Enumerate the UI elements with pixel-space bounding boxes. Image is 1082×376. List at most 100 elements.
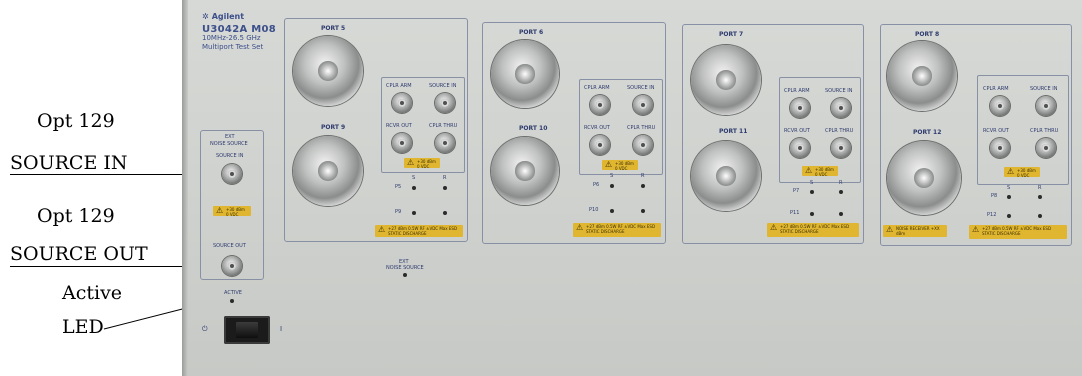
source-in-connector[interactable] xyxy=(633,95,653,115)
cplr-arm-connector[interactable] xyxy=(590,95,610,115)
source-in-connector[interactable] xyxy=(1036,96,1056,116)
port-7-label: PORT 7 xyxy=(719,31,744,38)
port-group-8-12: PORT 8 PORT 12 NOISE RECEIVER +XX dBm CP… xyxy=(880,24,1072,246)
callout-opt129-source-in: Opt 129 xyxy=(37,110,115,132)
source-in-label: SOURCE IN xyxy=(1030,86,1058,92)
callout-source-in: SOURCE IN xyxy=(10,152,128,174)
port-group-warning-label: +27 dBm 0.5W RF ±VDC Max ESD STATIC DISC… xyxy=(375,225,463,237)
port-7-coupler-panel: CPLR ARM SOURCE IN RCVR OUT CPLR THRU +3… xyxy=(779,77,861,183)
model-number: U3042A M08 xyxy=(202,24,277,35)
port-12-connector[interactable] xyxy=(887,141,961,215)
cplr-thru-label: CPLR THRU xyxy=(1030,128,1059,134)
port-8-coupler-panel: CPLR ARM SOURCE IN RCVR OUT CPLR THRU +3… xyxy=(977,75,1069,185)
port-12-label: PORT 12 xyxy=(913,129,942,136)
rcvr-out-connector[interactable] xyxy=(392,133,412,153)
port-10-r-led xyxy=(641,209,645,213)
power-switch[interactable] xyxy=(224,316,270,344)
port-5-r-led xyxy=(443,186,447,190)
port-7-r-led xyxy=(839,190,843,194)
brand-name: Agilent xyxy=(211,12,245,21)
r-label: R xyxy=(443,175,447,181)
port-10-s-led xyxy=(610,209,614,213)
port-group-6-10: PORT 6 PORT 10 CPLR ARM SOURCE IN RCVR O… xyxy=(482,22,666,244)
r-label: R xyxy=(839,180,843,186)
noise-source-in-connector[interactable] xyxy=(222,164,242,184)
port-group-warning-label: +27 dBm 0.5W RF ±VDC Max ESD STATIC DISC… xyxy=(969,225,1067,239)
led-row-2-label: P12 xyxy=(987,212,997,218)
led-row-1-label: P5 xyxy=(395,184,402,190)
port-7-connector[interactable] xyxy=(691,45,761,115)
s-label: S xyxy=(610,173,614,179)
port-6-coupler-panel: CPLR ARM SOURCE IN RCVR OUT CPLR THRU +3… xyxy=(579,79,663,175)
port-8-connector[interactable] xyxy=(887,41,957,111)
led-row-1-label: P7 xyxy=(793,188,800,194)
ext-noise-source-led xyxy=(403,273,407,277)
r-label: R xyxy=(641,173,645,179)
rcvr-out-label: RCVR OUT xyxy=(784,128,810,134)
ext-label: EXT xyxy=(225,134,235,140)
frequency-range: 10MHz-26.5 GHz xyxy=(202,34,261,42)
port-8-label: PORT 8 xyxy=(915,31,940,38)
port-11-connector[interactable] xyxy=(691,141,761,211)
cplr-thru-connector[interactable] xyxy=(831,138,851,158)
noise-source-label: NOISE SOURCE xyxy=(210,141,248,147)
cplr-thru-connector[interactable] xyxy=(435,133,455,153)
port-11-label: PORT 11 xyxy=(719,128,748,135)
port-8-r-led xyxy=(1038,195,1042,199)
port-5-connector[interactable] xyxy=(293,36,363,106)
source-in-label: SOURCE IN xyxy=(627,85,655,91)
port-9-r-led xyxy=(443,211,447,215)
port-group-7-11: PORT 7 PORT 11 CPLR ARM SOURCE IN RCVR O… xyxy=(682,24,864,244)
port-5-s-led xyxy=(412,186,416,190)
active-led xyxy=(230,299,234,303)
cplr-thru-label: CPLR THRU xyxy=(627,125,656,131)
power-off-symbol: ⏻ xyxy=(202,325,208,333)
port-9-s-led xyxy=(412,211,416,215)
cplr-arm-connector[interactable] xyxy=(790,98,810,118)
noise-receiver-warning-label: NOISE RECEIVER +XX dBm xyxy=(883,225,947,237)
r-label: R xyxy=(1038,185,1042,191)
port-12-r-led xyxy=(1038,214,1042,218)
led-row-1-label: P8 xyxy=(991,193,998,199)
port-6-s-led xyxy=(610,184,614,188)
active-label: ACTIVE xyxy=(224,290,242,296)
cplr-arm-label: CPLR ARM xyxy=(983,86,1009,92)
cplr-arm-label: CPLR ARM xyxy=(784,88,810,94)
ext-noise-source-panel: EXT NOISE SOURCE SOURCE IN +30 dBm 0 VDC… xyxy=(200,130,264,280)
callout-opt129-source-out: Opt 129 xyxy=(37,205,115,227)
port-group-5-9: PORT 5 PORT 9 CPLR ARM SOURCE IN RCVR OU… xyxy=(284,18,468,242)
noise-source-out-connector[interactable] xyxy=(222,256,242,276)
coupler-warning-label: +30 dBm 0 VDC xyxy=(1004,167,1040,177)
source-in-connector[interactable] xyxy=(435,93,455,113)
led-row-2-label: P11 xyxy=(790,210,800,216)
coupler-warning-label: +30 dBm 0 VDC xyxy=(404,158,440,168)
port-group-warning-label: +27 dBm 0.5W RF ±VDC Max ESD STATIC DISC… xyxy=(573,223,661,237)
port-8-s-led xyxy=(1007,195,1011,199)
port-5-label: PORT 5 xyxy=(321,25,346,32)
cplr-arm-connector[interactable] xyxy=(392,93,412,113)
cplr-thru-connector[interactable] xyxy=(1036,138,1056,158)
port-11-r-led xyxy=(839,212,843,216)
cplr-thru-connector[interactable] xyxy=(633,135,653,155)
port-6-connector[interactable] xyxy=(491,40,559,108)
s-label: S xyxy=(810,180,814,186)
port-9-connector[interactable] xyxy=(293,136,363,206)
rcvr-out-connector[interactable] xyxy=(990,138,1010,158)
agilent-spark-icon: ✲ xyxy=(202,12,209,21)
port-5-coupler-panel: CPLR ARM SOURCE IN RCVR OUT CPLR THRU +3… xyxy=(381,77,465,173)
cplr-arm-connector[interactable] xyxy=(990,96,1010,116)
led-row-2-label: P9 xyxy=(395,209,402,215)
source-in-connector[interactable] xyxy=(831,98,851,118)
rcvr-out-connector[interactable] xyxy=(790,138,810,158)
source-in-label: SOURCE IN xyxy=(216,153,244,159)
ext-noise-led-label-2: NOISE SOURCE xyxy=(386,265,424,271)
coupler-warning-label: +30 dBm 0 VDC xyxy=(602,160,638,170)
led-row-1-label: P6 xyxy=(593,182,600,188)
port-10-connector[interactable] xyxy=(491,137,559,205)
port-9-label: PORT 9 xyxy=(321,124,346,131)
port-6-r-led xyxy=(641,184,645,188)
port-10-label: PORT 10 xyxy=(519,125,548,132)
source-in-label: SOURCE IN xyxy=(825,88,853,94)
rcvr-out-connector[interactable] xyxy=(590,135,610,155)
instrument-branding: ✲ Agilent U3042A M08 10MHz-26.5 GHz Mult… xyxy=(202,12,276,52)
